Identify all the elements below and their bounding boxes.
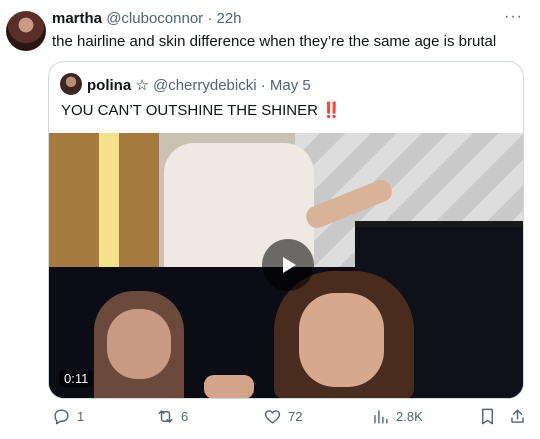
retweet-button[interactable]: 6	[156, 407, 188, 426]
heart-icon	[264, 410, 281, 424]
video-player[interactable]: 0:11	[49, 133, 523, 398]
retweet-count: 6	[181, 409, 189, 424]
quoted-author-name: polina	[87, 77, 132, 94]
bg-light	[99, 133, 119, 267]
star-icon: ☆	[135, 77, 149, 94]
bookmark-button[interactable]	[478, 407, 497, 426]
quoted-tweet-text: YOU CAN’T OUTSHINE THE SHINER ‼️	[61, 101, 341, 119]
play-button[interactable]	[262, 239, 314, 291]
share-icon	[511, 409, 524, 423]
quoted-author-handle: @cherrydebicki	[152, 77, 257, 94]
quoted-tweet-header: polina ☆ @cherrydebicki · May 5	[87, 76, 311, 94]
more-options-icon[interactable]: ···	[504, 8, 523, 26]
reply-icon	[54, 409, 69, 425]
person-right-face	[299, 293, 384, 387]
person-hand	[204, 375, 254, 398]
double-exclamation-icon: ‼️	[322, 102, 341, 119]
quoted-tweet[interactable]: polina ☆ @cherrydebicki · May 5 YOU CAN’…	[48, 61, 524, 399]
bookmark-icon	[482, 408, 493, 425]
like-button[interactable]: 72	[263, 407, 302, 426]
reply-count: 1	[77, 409, 85, 424]
share-button[interactable]	[508, 407, 527, 426]
views-count: 2.8K	[396, 409, 423, 424]
quoted-text-body: YOU CAN’T OUTSHINE THE SHINER	[61, 102, 318, 119]
author-avatar[interactable]	[6, 11, 46, 51]
views-button[interactable]: 2.8K	[371, 407, 423, 426]
tweet-actions: 1 6 72 2.8K	[0, 407, 540, 435]
reply-button[interactable]: 1	[52, 407, 84, 426]
tweet-header: martha @cluboconnor · 22h	[52, 10, 242, 27]
tweet-timestamp[interactable]: 22h	[217, 10, 242, 27]
person-left-face	[107, 309, 171, 379]
video-duration: 0:11	[59, 370, 94, 387]
quoted-tweet-date: May 5	[269, 77, 311, 94]
author-handle[interactable]: @cluboconnor	[106, 10, 203, 27]
author-name[interactable]: martha	[52, 10, 102, 27]
play-icon	[283, 257, 296, 273]
quoted-author-avatar	[60, 73, 82, 95]
retweet-icon	[158, 410, 173, 423]
separator: ·	[260, 77, 266, 94]
like-count: 72	[288, 409, 303, 424]
separator: ·	[207, 10, 213, 27]
views-icon	[374, 410, 388, 424]
tweet-text: the hairline and skin difference when th…	[52, 33, 497, 50]
